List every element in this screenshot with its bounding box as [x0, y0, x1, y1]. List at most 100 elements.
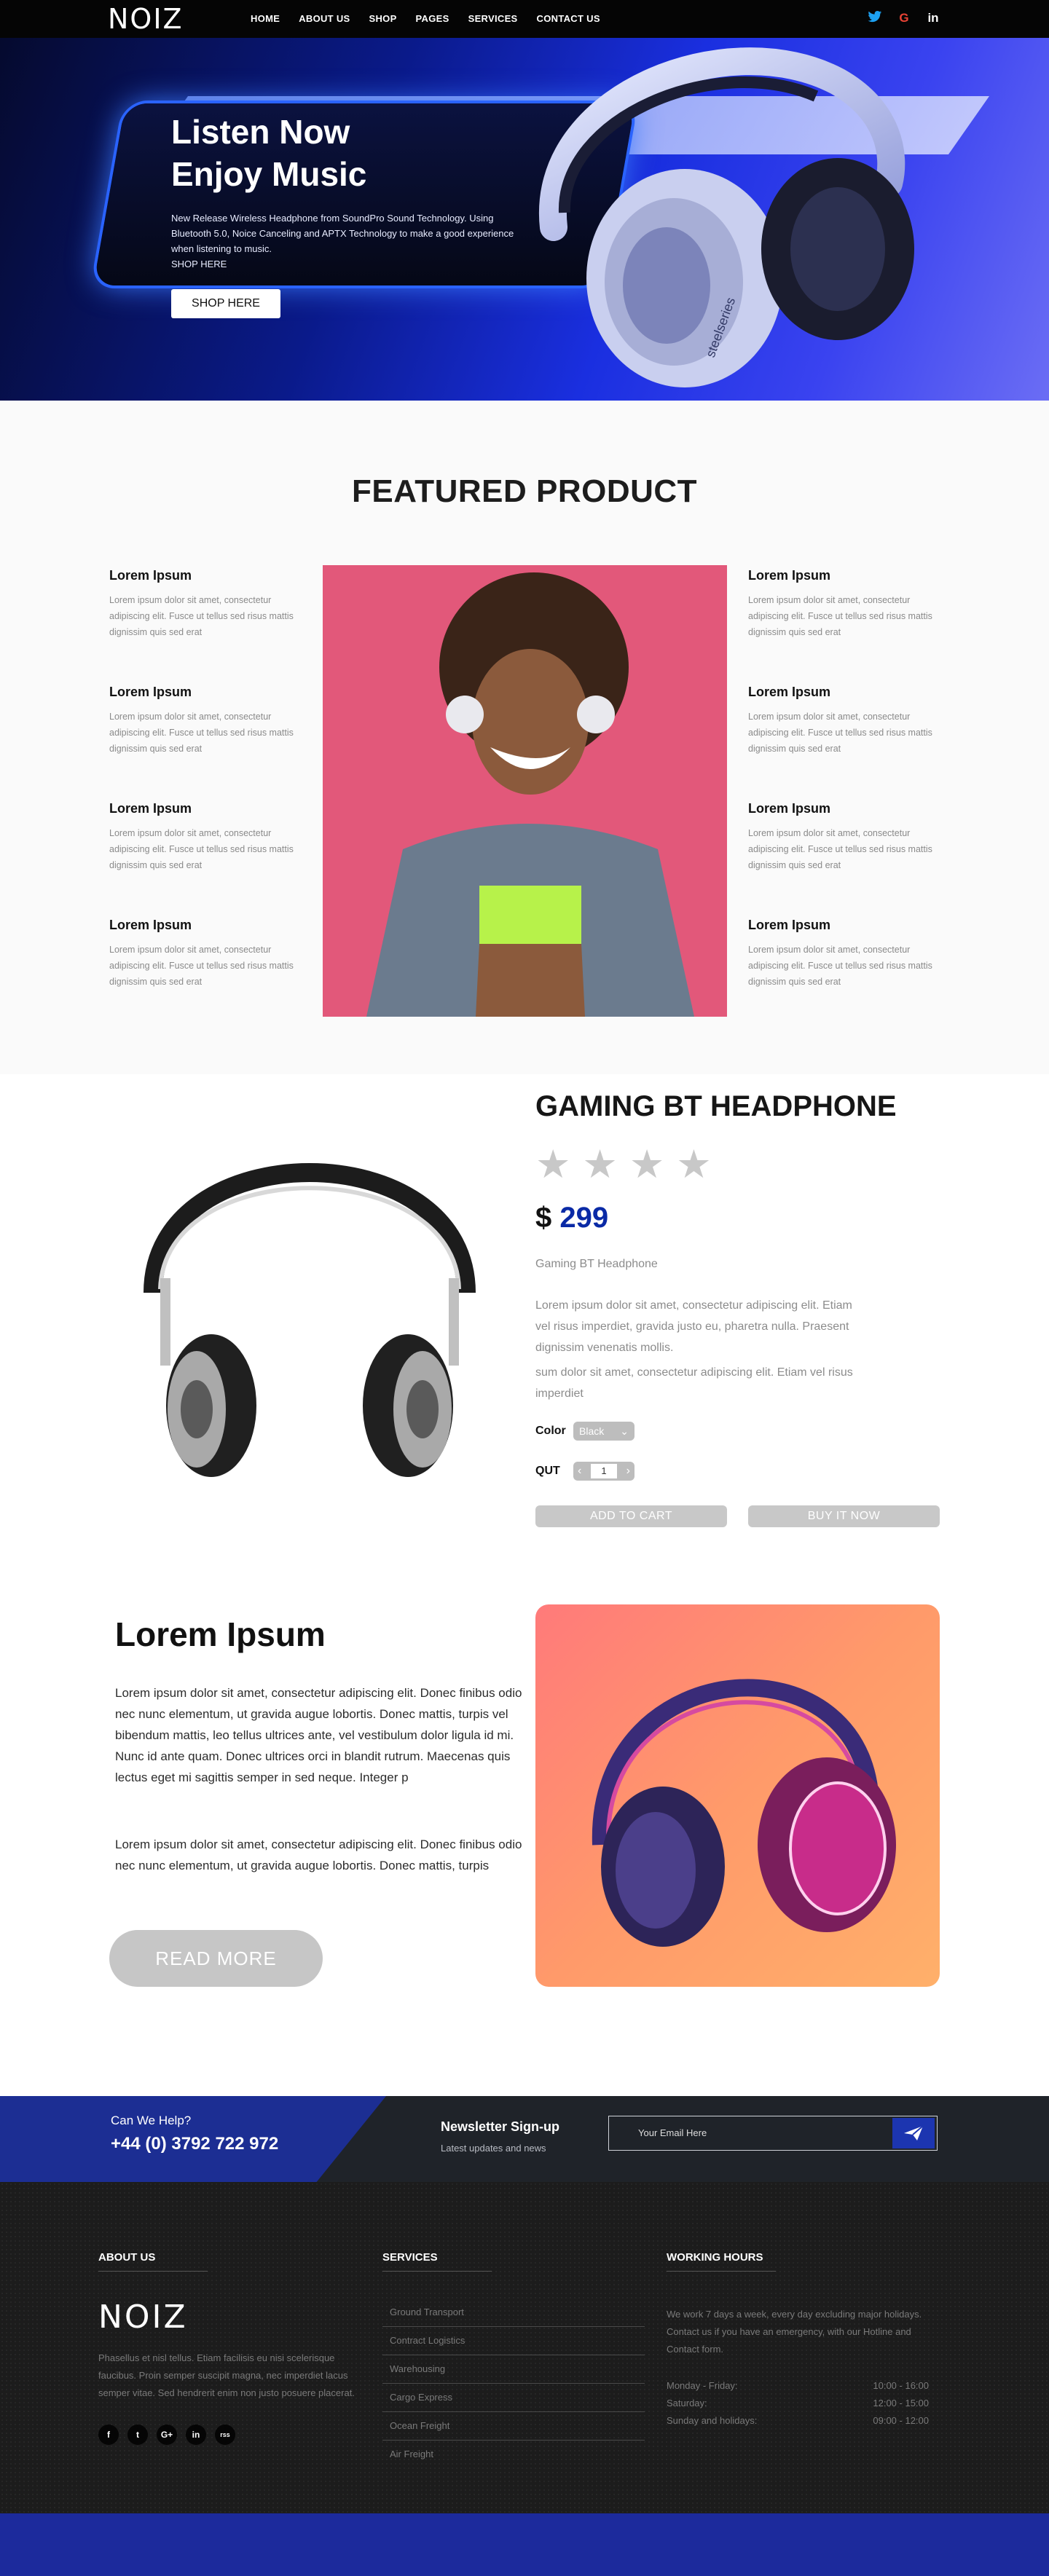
newsletter-email-input[interactable]: Your Email Here: [608, 2116, 938, 2151]
quantity-label: QUT: [535, 1465, 560, 1477]
help-text: Can We Help?: [111, 2114, 192, 2127]
chevron-left-icon[interactable]: ‹: [578, 1465, 581, 1478]
nav-pages[interactable]: PAGES: [416, 13, 449, 24]
product-price: $ 299: [535, 1202, 608, 1234]
hero-title-line1: Listen Now: [171, 113, 350, 151]
feature-item: Lorem Ipsum Lorem ipsum dolor sit amet, …: [748, 918, 938, 990]
featured-model-image: [323, 565, 727, 1017]
feature-text: Lorem ipsum dolor sit amet, consectetur …: [748, 945, 932, 987]
feature-title: Lorem Ipsum: [109, 918, 192, 932]
chevron-right-icon[interactable]: ›: [626, 1465, 630, 1478]
feature-title: Lorem Ipsum: [109, 568, 192, 583]
send-button[interactable]: [892, 2118, 935, 2148]
color-select[interactable]: Black ⌄: [573, 1422, 634, 1441]
hours-time: 10:00 - 16:00: [873, 2380, 929, 2391]
google-plus-icon[interactable]: G+: [157, 2425, 177, 2445]
hero-title: Listen Now Enjoy Music: [171, 111, 366, 195]
feature-text: Lorem ipsum dolor sit amet, consectetur …: [109, 712, 294, 754]
feature-title: Lorem Ipsum: [109, 685, 192, 699]
nav-home[interactable]: HOME: [251, 13, 280, 24]
star-icon[interactable]: ★: [535, 1145, 570, 1184]
linkedin-icon[interactable]: in: [186, 2425, 206, 2445]
footer-services-heading: SERVICES: [382, 2251, 492, 2272]
hero-shop-link[interactable]: SHOP HERE: [171, 256, 535, 272]
hours-time: 09:00 - 12:00: [873, 2415, 929, 2426]
feature-item: Lorem Ipsum Lorem ipsum dolor sit amet, …: [109, 685, 299, 757]
quantity-stepper[interactable]: ‹ 1 ›: [573, 1462, 634, 1481]
read-more-button[interactable]: READ MORE: [109, 1930, 323, 1987]
featured-title: FEATURED PRODUCT: [351, 473, 698, 509]
service-link[interactable]: Cargo Express: [382, 2384, 645, 2412]
twitter-icon[interactable]: t: [127, 2425, 148, 2445]
add-to-cart-button[interactable]: ADD TO CART: [535, 1505, 727, 1527]
star-icon[interactable]: ★: [582, 1145, 617, 1184]
about-title: Lorem Ipsum: [115, 1615, 326, 1653]
twitter-icon[interactable]: [867, 10, 883, 26]
product-title: GAMING BT HEADPHONE: [535, 1090, 897, 1122]
nav-contact[interactable]: CONTACT US: [537, 13, 600, 24]
product-description: Lorem ipsum dolor sit amet, consectetur …: [535, 1299, 852, 1354]
hours-row: Saturday: 12:00 - 15:00: [667, 2395, 929, 2412]
product-headphone-image: [144, 1163, 476, 1477]
footer-hours-text: We work 7 days a week, every day excludi…: [667, 2309, 922, 2355]
phone-number[interactable]: +44 (0) 3792 722 972: [111, 2134, 278, 2154]
hours-row: Sunday and holidays: 09:00 - 12:00: [667, 2412, 929, 2430]
about-paragraph-2: Lorem ipsum dolor sit amet, consectetur …: [115, 1838, 522, 1872]
google-icon[interactable]: G: [896, 10, 912, 26]
quantity-value[interactable]: 1: [591, 1464, 617, 1478]
hero-banner: steelseries Listen Now Enjoy Music New R…: [0, 38, 1049, 401]
hours-day: Monday - Friday:: [667, 2380, 738, 2391]
feature-item: Lorem Ipsum Lorem ipsum dolor sit amet, …: [748, 568, 938, 640]
rss-icon[interactable]: rss: [215, 2425, 235, 2445]
service-link[interactable]: Contract Logistics: [382, 2327, 645, 2355]
feature-title: Lorem Ipsum: [109, 801, 192, 816]
linkedin-icon[interactable]: in: [925, 10, 941, 26]
footer-about-text: Phasellus et nisl tellus. Etiam facilisi…: [98, 2352, 355, 2398]
product-rating: ★ ★ ★ ★: [535, 1145, 712, 1184]
feature-title: Lorem Ipsum: [748, 685, 831, 699]
about-paragraph-1: Lorem ipsum dolor sit amet, consectetur …: [115, 1686, 522, 1784]
service-link[interactable]: Ocean Freight: [382, 2412, 645, 2441]
bottom-bar: [0, 2513, 1049, 2576]
product-subname: Gaming BT Headphone: [535, 1258, 658, 1270]
main-menu: HOME ABOUT US SHOP PAGES SERVICES CONTAC…: [251, 13, 619, 24]
feature-text: Lorem ipsum dolor sit amet, consectetur …: [109, 828, 294, 870]
feature-title: Lorem Ipsum: [748, 801, 831, 816]
shop-here-button[interactable]: SHOP HERE: [171, 289, 280, 318]
service-link[interactable]: Ground Transport: [382, 2299, 645, 2327]
nav-shop[interactable]: SHOP: [369, 13, 397, 24]
hours-day: Saturday:: [667, 2398, 707, 2408]
site-logo[interactable]: NOIZ: [108, 3, 184, 35]
service-link[interactable]: Air Freight: [382, 2441, 645, 2469]
feature-item: Lorem Ipsum Lorem ipsum dolor sit amet, …: [748, 685, 938, 757]
facebook-icon[interactable]: f: [98, 2425, 119, 2445]
footer: ABOUT US NOIZ Phasellus et nisl tellus. …: [0, 2182, 1049, 2513]
star-icon[interactable]: ★: [676, 1145, 711, 1184]
feature-title: Lorem Ipsum: [748, 918, 831, 932]
feature-item: Lorem Ipsum Lorem ipsum dolor sit amet, …: [109, 568, 299, 640]
page: { "brand": {"logo": "NOIZ"}, "nav": { "i…: [0, 0, 1049, 2576]
nav-services[interactable]: SERVICES: [468, 13, 518, 24]
top-navbar: NOIZ HOME ABOUT US SHOP PAGES SERVICES C…: [0, 0, 1049, 38]
color-label: Color: [535, 1425, 566, 1437]
hero-description: New Release Wireless Headphone from Soun…: [171, 210, 535, 272]
product-description-2: sum dolor sit amet, consectetur adipisci…: [535, 1366, 853, 1400]
nav-about[interactable]: ABOUT US: [299, 13, 350, 24]
footer-logo[interactable]: NOIZ: [98, 2299, 188, 2336]
newsletter-title: Newsletter Sign-up: [441, 2119, 560, 2134]
hero-headphones-image: steelseries: [538, 47, 914, 387]
footer-about-heading: ABOUT US: [98, 2251, 208, 2272]
hours-time: 12:00 - 15:00: [873, 2398, 929, 2408]
chevron-down-icon: ⌄: [620, 1425, 629, 1437]
feature-text: Lorem ipsum dolor sit amet, consectetur …: [748, 828, 932, 870]
feature-text: Lorem ipsum dolor sit amet, consectetur …: [748, 595, 932, 637]
hours-row: Monday - Friday: 10:00 - 16:00: [667, 2377, 929, 2395]
price-currency: $: [535, 1202, 552, 1234]
feature-text: Lorem ipsum dolor sit amet, consectetur …: [748, 712, 932, 754]
contact-bar: Can We Help? +44 (0) 3792 722 972 Newsle…: [0, 2096, 1049, 2182]
service-link[interactable]: Warehousing: [382, 2355, 645, 2384]
buy-now-button[interactable]: BUY IT NOW: [748, 1505, 940, 1527]
hero-title-line2: Enjoy Music: [171, 155, 367, 193]
quantity-option: QUT ‹ 1 ›: [535, 1462, 634, 1481]
star-icon[interactable]: ★: [629, 1145, 664, 1184]
